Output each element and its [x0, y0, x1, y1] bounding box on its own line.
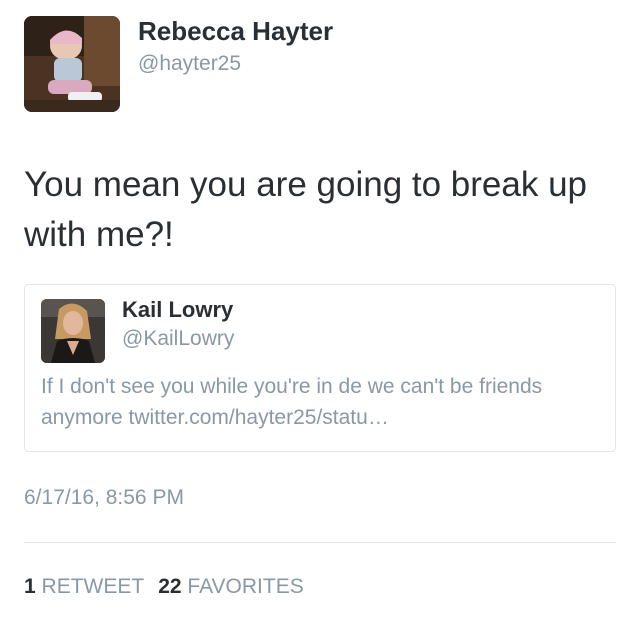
tweet-stats: 1 RETWEET 22 FAVORITES — [24, 575, 304, 599]
retweets-count: 1 — [24, 575, 36, 598]
quoted-author-name[interactable]: Kail Lowry — [122, 297, 233, 323]
quoted-avatar-photo — [41, 299, 105, 363]
author-avatar[interactable] — [24, 16, 120, 112]
quoted-author-avatar[interactable] — [41, 299, 105, 363]
divider — [24, 542, 616, 543]
favorites-label: FAVORITES — [187, 575, 304, 598]
favorites-count: 22 — [158, 575, 182, 598]
quoted-tweet-text: If I don't see you while you're in de we… — [41, 375, 543, 429]
author-handle[interactable]: @hayter25 — [138, 52, 241, 76]
quoted-tweet-card[interactable]: Kail Lowry @KailLowry If I don't see you… — [24, 284, 616, 452]
favorites-stat[interactable]: 22 FAVORITES — [158, 575, 304, 598]
retweets-stat[interactable]: 1 RETWEET — [24, 575, 144, 598]
author-avatar-photo — [24, 16, 120, 112]
quoted-author-handle[interactable]: @KailLowry — [122, 327, 234, 351]
tweet-text: You mean you are going to break up with … — [24, 165, 588, 254]
author-name[interactable]: Rebecca Hayter — [138, 16, 333, 47]
tweet-timestamp[interactable]: 6/17/16, 8:56 PM — [24, 486, 184, 510]
retweets-label: RETWEET — [41, 575, 145, 598]
